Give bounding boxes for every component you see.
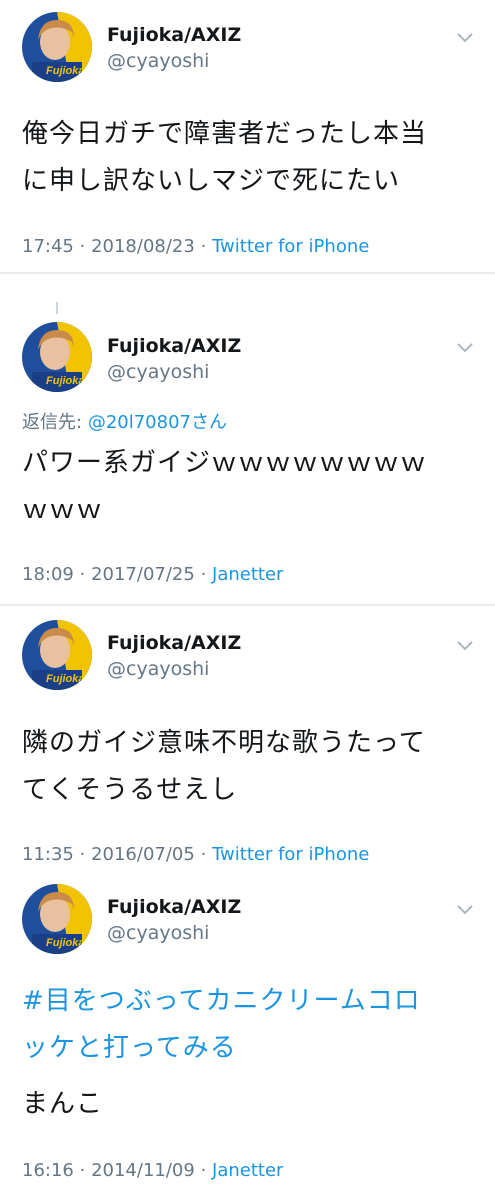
tweet-time[interactable]: 18:09 xyxy=(22,564,74,585)
meta-separator: · xyxy=(79,236,86,257)
tweet-date[interactable]: 2014/11/09 xyxy=(91,1160,195,1181)
tweet-time[interactable]: 16:16 xyxy=(22,1160,74,1181)
avatar[interactable]: Fujioka xyxy=(22,12,92,82)
tweet-meta: 18:09 · 2017/07/25 · Janetter xyxy=(22,564,283,585)
chevron-down-icon[interactable] xyxy=(455,30,475,44)
tweet-2[interactable]: Fujioka Fujioka/AXIZ @cyayoshi 返信先: @20l… xyxy=(0,274,495,604)
tweet-text: 俺今日ガチで障害者だったし本当 に申し訳ないしマジで死にたい xyxy=(22,111,477,205)
tweet-text-line: ｗｗｗ xyxy=(22,495,104,525)
meta-separator: · xyxy=(200,564,207,585)
meta-separator: · xyxy=(79,844,86,865)
tweet-text-line: 俺今日ガチで障害者だったし本当 xyxy=(22,119,428,149)
tweet-3[interactable]: Fujioka Fujioka/AXIZ @cyayoshi 隣のガイジ意味不明… xyxy=(0,606,495,870)
tweet-meta: 11:35 · 2016/07/05 · Twitter for iPhone xyxy=(22,844,369,865)
tweet-text-line: パワー系ガイジｗｗｗｗｗｗｗｗ xyxy=(22,448,428,478)
avatar-logo-text: Fujioka xyxy=(46,65,85,77)
user-handle[interactable]: @cyayoshi xyxy=(107,50,209,72)
tweet-date[interactable]: 2018/08/23 xyxy=(91,236,195,257)
tweet-date[interactable]: 2017/07/25 xyxy=(91,564,195,585)
tweet-meta: 16:16 · 2014/11/09 · Janetter xyxy=(22,1160,283,1181)
meta-separator: · xyxy=(200,236,207,257)
avatar-logo-text: Fujioka xyxy=(46,375,85,387)
reply-to: 返信先: @20l70807さん xyxy=(22,408,227,434)
hashtag-link[interactable]: #目をつぶってカニクリームコロ ッケと打ってみる xyxy=(22,978,477,1072)
meta-separator: · xyxy=(79,1160,86,1181)
tweet-text-line: まんこ xyxy=(22,1089,104,1119)
tweet-text: 隣のガイジ意味不明な歌うたって てくそうるせえし xyxy=(22,720,477,814)
reply-mention-link[interactable]: @20l70807さん xyxy=(88,412,227,433)
tweet-source[interactable]: Janetter xyxy=(212,1160,283,1181)
reply-to-label: 返信先: xyxy=(22,412,83,433)
thread-line xyxy=(56,302,58,314)
tweet-source[interactable]: Twitter for iPhone xyxy=(212,844,369,865)
display-name[interactable]: Fujioka/AXIZ xyxy=(107,896,241,918)
avatar[interactable]: Fujioka xyxy=(22,322,92,392)
tweet-text-line: 隣のガイジ意味不明な歌うたって xyxy=(22,728,426,758)
avatar[interactable]: Fujioka xyxy=(22,620,92,690)
meta-separator: · xyxy=(200,1160,207,1181)
chevron-down-icon[interactable] xyxy=(455,638,475,652)
tweet-time[interactable]: 11:35 xyxy=(22,844,74,865)
hashtag-line[interactable]: ッケと打ってみる xyxy=(22,1025,477,1072)
tweet-text-line: てくそうるせえし xyxy=(22,775,238,805)
user-handle[interactable]: @cyayoshi xyxy=(107,922,209,944)
tweet-source[interactable]: Janetter xyxy=(212,564,283,585)
display-name[interactable]: Fujioka/AXIZ xyxy=(107,24,241,46)
avatar[interactable]: Fujioka xyxy=(22,884,92,954)
tweet-time[interactable]: 17:45 xyxy=(22,236,74,257)
tweet-text-line: に申し訳ないしマジで死にたい xyxy=(22,166,401,196)
avatar-logo-text: Fujioka xyxy=(46,937,85,949)
user-handle[interactable]: @cyayoshi xyxy=(107,361,209,383)
tweet-4[interactable]: Fujioka Fujioka/AXIZ @cyayoshi #目をつぶってカニ… xyxy=(0,870,495,1200)
user-handle[interactable]: @cyayoshi xyxy=(107,658,209,680)
avatar-logo-text: Fujioka xyxy=(46,673,85,685)
chevron-down-icon[interactable] xyxy=(455,902,475,916)
meta-separator: · xyxy=(79,564,86,585)
chevron-down-icon[interactable] xyxy=(455,340,475,354)
tweet-text: まんこ xyxy=(22,1081,477,1128)
tweet-1[interactable]: Fujioka Fujioka/AXIZ @cyayoshi 俺今日ガチで障害者… xyxy=(0,0,495,272)
hashtag-line[interactable]: #目をつぶってカニクリームコロ xyxy=(22,978,477,1025)
tweet-meta: 17:45 · 2018/08/23 · Twitter for iPhone xyxy=(22,236,369,257)
meta-separator: · xyxy=(200,844,207,865)
tweet-date[interactable]: 2016/07/05 xyxy=(91,844,195,865)
display-name[interactable]: Fujioka/AXIZ xyxy=(107,335,241,357)
display-name[interactable]: Fujioka/AXIZ xyxy=(107,632,241,654)
tweet-text: パワー系ガイジｗｗｗｗｗｗｗｗ ｗｗｗ xyxy=(22,440,477,534)
tweet-source[interactable]: Twitter for iPhone xyxy=(212,236,369,257)
